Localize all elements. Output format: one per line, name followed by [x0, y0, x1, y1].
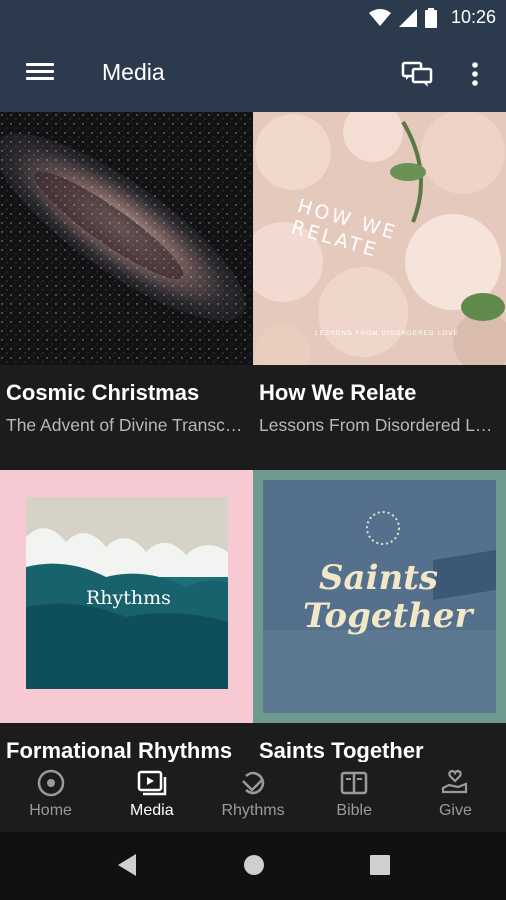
- series-artwork: [0, 112, 253, 365]
- give-icon: [442, 769, 468, 794]
- card-title: Saints Together: [259, 738, 424, 762]
- signal-icon: [398, 8, 417, 27]
- card-subtitle: The Advent of Divine Transcendence: [6, 415, 244, 435]
- tab-bible[interactable]: Bible: [304, 762, 405, 832]
- tab-label: Home: [29, 802, 72, 819]
- media-icon: [137, 770, 167, 796]
- tab-label: Media: [130, 802, 174, 819]
- status-bar: 10:26: [0, 0, 506, 37]
- tab-home[interactable]: Home: [0, 762, 101, 832]
- card-title: Cosmic Christmas: [6, 380, 200, 405]
- tab-label: Rhythms: [221, 802, 285, 819]
- page-title: Media: [102, 59, 165, 85]
- wifi-icon: [368, 8, 391, 26]
- media-grid: Cosmic Christmas The Advent of Divine Tr…: [0, 112, 506, 762]
- battery-icon: [424, 7, 437, 28]
- tab-give[interactable]: Give: [405, 762, 506, 832]
- series-artwork: HOW WE RELATE LESSONS FROM DISORDERED LO…: [253, 112, 506, 365]
- card-title: Formational Rhythms: [6, 738, 233, 762]
- recents-icon[interactable]: [368, 852, 392, 878]
- media-card-how-we-relate[interactable]: HOW WE RELATE LESSONS FROM DISORDERED LO…: [253, 112, 506, 470]
- media-card-cosmic-christmas[interactable]: Cosmic Christmas The Advent of Divine Tr…: [0, 112, 253, 470]
- tab-label: Bible: [336, 802, 372, 819]
- bible-icon: [340, 771, 368, 795]
- card-subtitle: Lessons From Disordered Love: [259, 415, 497, 435]
- series-artwork: Saints Together: [253, 470, 506, 723]
- art-heading: Together: [303, 596, 473, 636]
- tab-rhythms[interactable]: Rhythms: [202, 762, 303, 832]
- home-circle-icon[interactable]: [242, 852, 266, 878]
- series-artwork: Rhythms: [0, 470, 253, 723]
- tab-label: Give: [438, 802, 472, 819]
- art-heading: Rhythms: [86, 587, 171, 609]
- media-card-formational-rhythms[interactable]: Rhythms Formational Rhythms: [0, 470, 253, 762]
- bottom-navigation: Home Media Rhythms Bible Give: [0, 762, 506, 832]
- tab-media[interactable]: Media: [101, 762, 202, 832]
- status-time: 10:26: [450, 7, 496, 27]
- art-heading: Saints: [319, 558, 439, 598]
- art-caption: LESSONS FROM DISORDERED LOVE: [315, 330, 459, 337]
- card-title: How We Relate: [259, 380, 417, 405]
- menu-icon[interactable]: [26, 59, 54, 87]
- media-card-saints-together[interactable]: Saints Together Saints Together: [253, 470, 506, 762]
- home-icon: [37, 769, 64, 797]
- app-bar: Media: [0, 37, 506, 112]
- chat-icon[interactable]: [400, 57, 434, 91]
- system-navigation-bar: [0, 832, 506, 900]
- rhythms-icon: [242, 771, 265, 795]
- more-options-icon[interactable]: [464, 57, 486, 91]
- back-icon[interactable]: [114, 852, 138, 878]
